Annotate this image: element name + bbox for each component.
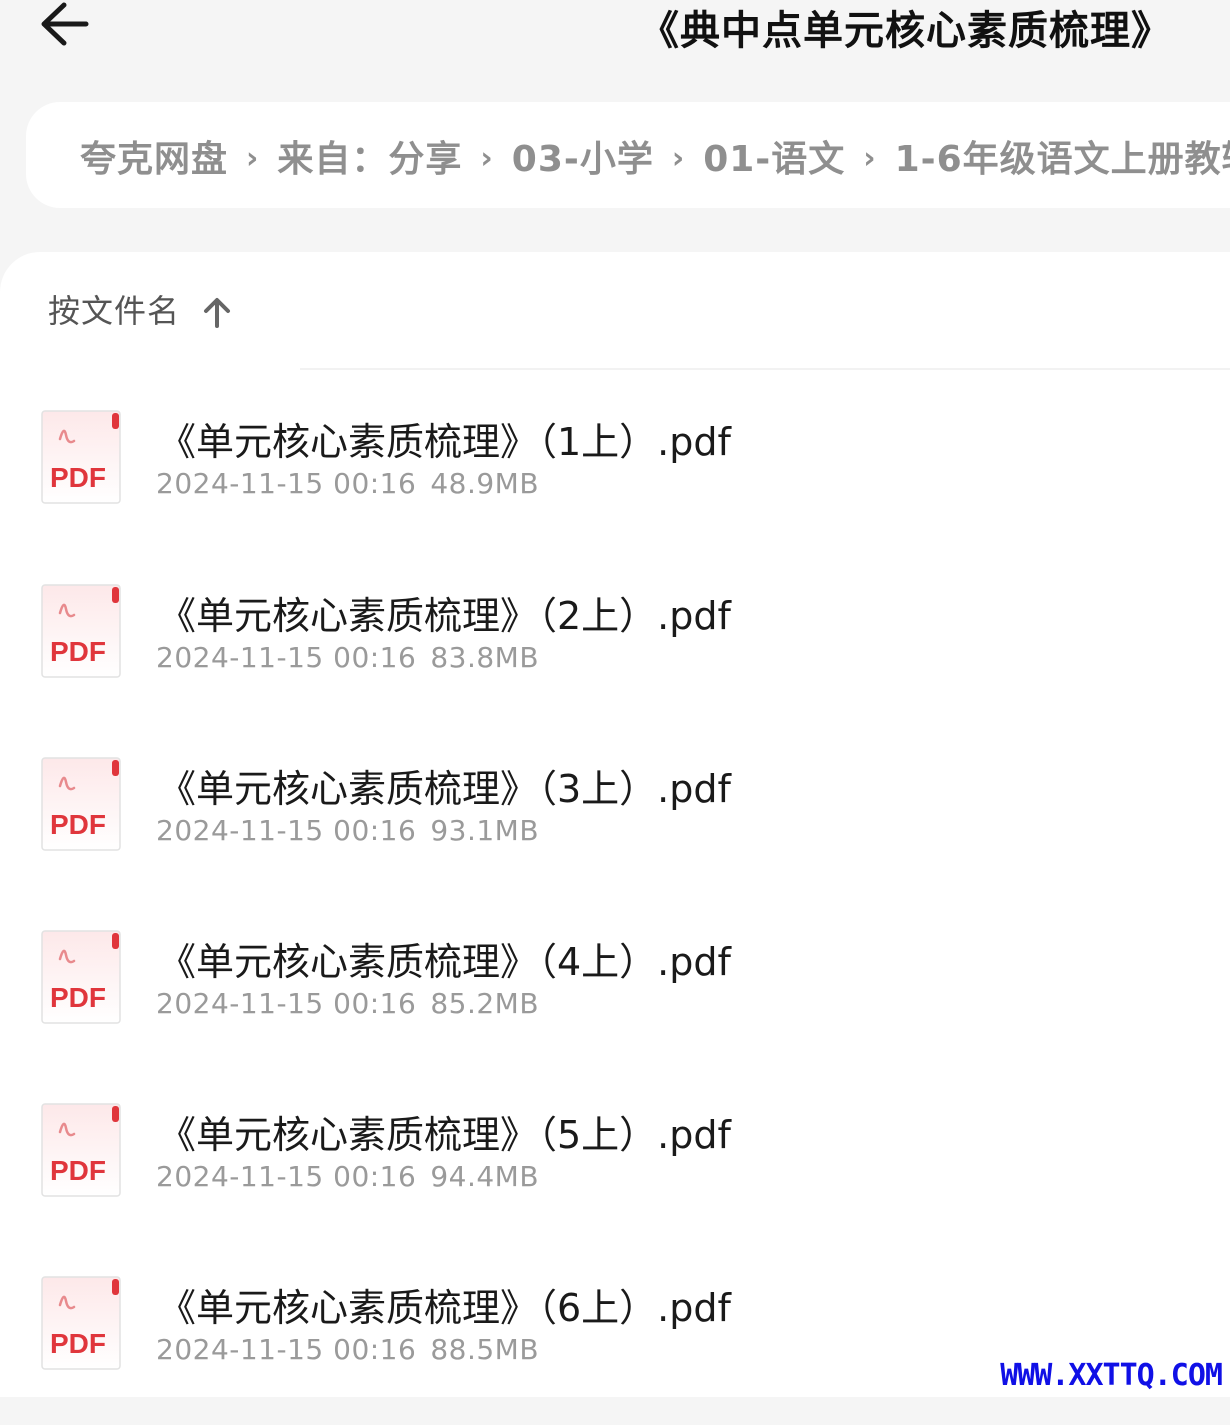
- file-name: 《单元核心素质梳理》（5上）.pdf: [158, 1113, 731, 1157]
- file-date: 2024-11-15 00:16: [156, 1160, 417, 1193]
- file-row[interactable]: PDF 《单元核心素质梳理》（5上）.pdf 2024-11-15 00:16 9…: [0, 1102, 1230, 1252]
- chevron-right-icon: ›: [480, 141, 494, 176]
- file-meta: 2024-11-15 00:16 94.4MB: [156, 1160, 539, 1193]
- file-date: 2024-11-15 00:16: [156, 814, 417, 847]
- page-title: 《典中点单元核心素质梳理》: [639, 8, 1172, 54]
- sort-label: 按文件名: [48, 292, 181, 330]
- watermark-text: WWW.XXTTQ.COM: [1000, 1358, 1223, 1393]
- file-name: 《单元核心素质梳理》（3上）.pdf: [158, 767, 731, 811]
- pdf-file-icon: PDF: [40, 1102, 124, 1200]
- file-date: 2024-11-15 00:16: [156, 467, 417, 500]
- pdf-file-icon: PDF: [40, 1275, 124, 1373]
- file-name: 《单元核心素质梳理》（6上）.pdf: [158, 1286, 731, 1330]
- breadcrumb-item-primary[interactable]: 03-小学: [512, 139, 654, 180]
- file-size: 85.2MB: [430, 987, 540, 1020]
- file-name: 《单元核心素质梳理》（4上）.pdf: [158, 940, 731, 984]
- file-meta: 2024-11-15 00:16 93.1MB: [156, 814, 539, 847]
- pdf-file-icon: PDF: [40, 409, 124, 507]
- arrow-up-icon: [203, 296, 231, 332]
- file-name: 《单元核心素质梳理》（1上）.pdf: [158, 420, 731, 464]
- file-meta: 2024-11-15 00:16 85.2MB: [156, 987, 539, 1020]
- file-row[interactable]: PDF 《单元核心素质梳理》（1上）.pdf 2024-11-15 00:16 4…: [0, 409, 1230, 559]
- breadcrumb-item-chinese[interactable]: 01-语文: [703, 139, 845, 180]
- breadcrumb-item-quark-drive[interactable]: 夸克网盘: [80, 139, 228, 180]
- svg-text:PDF: PDF: [50, 1328, 106, 1359]
- chevron-right-icon: ›: [246, 141, 260, 176]
- breadcrumb: 夸克网盘 › 来自：分享 › 03-小学 › 01-语文 › 1-6年级语文上册教辅: [26, 102, 1230, 208]
- file-date: 2024-11-15 00:16: [156, 1333, 417, 1366]
- svg-text:PDF: PDF: [50, 982, 106, 1013]
- breadcrumb-item-current[interactable]: 1-6年级语文上册教辅: [895, 139, 1230, 180]
- file-row[interactable]: PDF 《单元核心素质梳理》（6上）.pdf 2024-11-15 00:16 8…: [0, 1275, 1230, 1425]
- back-arrow-icon[interactable]: [34, 0, 98, 50]
- file-row[interactable]: PDF 《单元核心素质梳理》（3上）.pdf 2024-11-15 00:16 9…: [0, 756, 1230, 906]
- svg-text:PDF: PDF: [50, 1155, 106, 1186]
- file-date: 2024-11-15 00:16: [156, 987, 417, 1020]
- chevron-right-icon: ›: [863, 141, 877, 176]
- file-size: 94.4MB: [430, 1160, 540, 1193]
- file-meta: 2024-11-15 00:16 83.8MB: [156, 641, 539, 674]
- file-date: 2024-11-15 00:16: [156, 641, 417, 674]
- chevron-right-icon: ›: [671, 141, 686, 176]
- divider: [300, 368, 1230, 370]
- file-size: 88.5MB: [430, 1333, 540, 1366]
- file-list-panel: 按文件名 PDF 《单元核心素质梳理》（1上）.pdf 2024-11-15 0…: [0, 252, 1230, 1397]
- file-row[interactable]: PDF 《单元核心素质梳理》（4上）.pdf 2024-11-15 00:16 8…: [0, 929, 1230, 1079]
- top-bar: 《典中点单元核心素质梳理》: [0, 0, 1230, 90]
- svg-text:PDF: PDF: [50, 636, 106, 667]
- file-size: 93.1MB: [430, 814, 540, 847]
- svg-text:PDF: PDF: [50, 809, 106, 840]
- file-name: 《单元核心素质梳理》（2上）.pdf: [158, 594, 731, 638]
- file-meta: 2024-11-15 00:16 88.5MB: [156, 1333, 539, 1366]
- pdf-file-icon: PDF: [40, 929, 124, 1027]
- file-size: 83.8MB: [430, 641, 540, 674]
- sort-by-name-button[interactable]: 按文件名: [48, 286, 231, 336]
- file-size: 48.9MB: [430, 467, 540, 500]
- svg-text:PDF: PDF: [50, 462, 106, 493]
- pdf-file-icon: PDF: [40, 756, 124, 854]
- breadcrumb-item-shared[interactable]: 来自：分享: [277, 139, 462, 180]
- file-meta: 2024-11-15 00:16 48.9MB: [156, 467, 539, 500]
- file-row[interactable]: PDF 《单元核心素质梳理》（2上）.pdf 2024-11-15 00:16 8…: [0, 583, 1230, 733]
- pdf-file-icon: PDF: [40, 583, 124, 681]
